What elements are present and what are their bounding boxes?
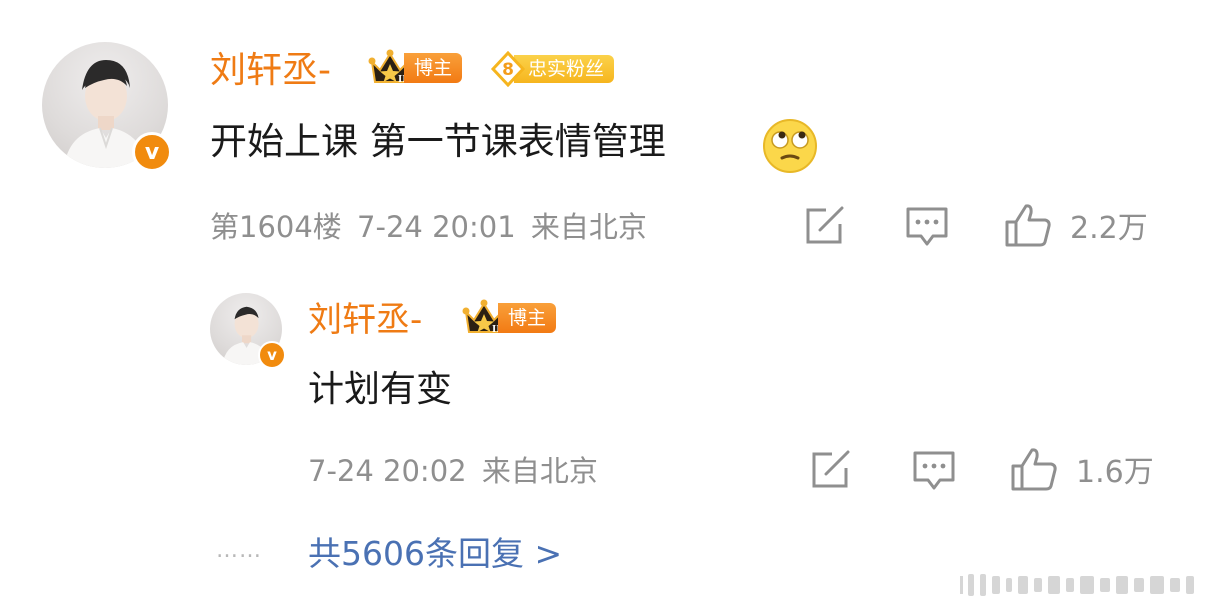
comment-text-body: 开始上课 第一节课表情管理 xyxy=(210,120,666,163)
svg-text:8: 8 xyxy=(502,60,514,80)
watermark xyxy=(960,572,1196,598)
commenter-name[interactable]: 刘轩丞- xyxy=(210,50,331,92)
like-icon xyxy=(1005,204,1051,247)
share-icon xyxy=(806,206,844,244)
rolling-eyes-emoji-icon xyxy=(763,119,817,173)
reply-share-icon xyxy=(812,450,850,488)
comment-button[interactable] xyxy=(905,206,949,248)
comment-floor: 第1604楼 xyxy=(210,210,342,244)
fan-level-icon: 8 xyxy=(490,50,526,88)
reply-like-icon xyxy=(1011,448,1057,491)
reply-text: 计划有变 xyxy=(308,369,453,410)
reply-like-count: 1.6万 xyxy=(1076,455,1154,490)
reply-name[interactable]: 刘轩丞- xyxy=(308,300,422,340)
more-replies-dots: …… xyxy=(216,538,262,563)
like-button[interactable]: 2.2万 xyxy=(1004,202,1148,248)
comment-location: 来自北京 xyxy=(530,210,647,244)
reply-blogger-badge[interactable]: II 博主 xyxy=(462,299,557,335)
comment-icon xyxy=(906,207,948,246)
reply-verified-badge-icon: v xyxy=(258,341,286,369)
comment-text: 开始上课 第一节课表情管理 xyxy=(210,118,666,166)
comment-meta: 第1604楼 7-24 20:01 来自北京 xyxy=(210,208,647,246)
like-count: 2.2万 xyxy=(1070,211,1148,246)
reply-location: 来自北京 xyxy=(481,454,598,488)
blogger-badge-label: 博主 xyxy=(404,53,463,83)
reply-like-button[interactable]: 1.6万 xyxy=(1010,446,1154,492)
reply-share-button[interactable] xyxy=(810,450,852,490)
reply-time: 7-24 20:02 xyxy=(308,454,467,488)
fan-badge[interactable]: 8 忠实粉丝 xyxy=(490,50,615,88)
fan-badge-label: 忠实粉丝 xyxy=(514,55,615,83)
share-button[interactable] xyxy=(804,206,846,246)
reply-comment-button[interactable] xyxy=(912,450,956,492)
reply-blogger-badge-label: 博主 xyxy=(498,303,557,333)
verified-badge-icon: v xyxy=(132,132,172,172)
reply-meta: 7-24 20:02 来自北京 xyxy=(308,452,598,490)
blogger-badge[interactable]: II 博主 xyxy=(368,49,463,85)
reply-comment-icon xyxy=(913,451,955,490)
comment-time: 7-24 20:01 xyxy=(357,210,516,244)
view-all-replies-link[interactable]: 共5606条回复 > xyxy=(308,532,562,576)
